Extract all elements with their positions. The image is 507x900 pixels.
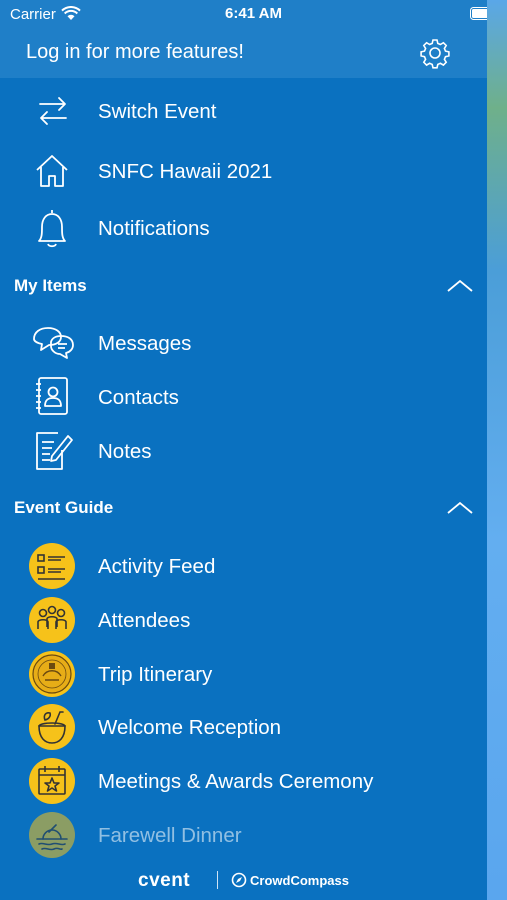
chevron-up-icon[interactable] [446, 278, 474, 294]
crowdcompass-logo: CrowdCompass [250, 873, 349, 888]
menu-item-switch-event[interactable]: Switch Event [0, 88, 487, 138]
section-title: My Items [14, 276, 87, 295]
section-header-event-guide[interactable]: Event Guide [0, 490, 487, 526]
login-prompt[interactable]: Log in for more features! [26, 41, 244, 64]
chevron-up-icon[interactable] [446, 500, 474, 516]
menu-item-activity-feed[interactable]: Activity Feed [0, 543, 487, 593]
section-header-my-items[interactable]: My Items [0, 268, 487, 304]
menu-item-notes[interactable]: Notes [0, 428, 487, 478]
battery-icon [470, 7, 487, 20]
calendar-star-icon [29, 758, 75, 804]
menu-item-label: Welcome Reception [98, 716, 282, 739]
status-bar: Carrier 6:41 AM [0, 0, 487, 28]
chat-bubbles-icon [33, 327, 74, 359]
sunset-boat-icon [29, 812, 75, 858]
background-content-edge[interactable] [487, 0, 507, 900]
menu-item-meetings-awards[interactable]: Meetings & Awards Ceremony [0, 758, 487, 808]
menu-item-welcome-reception[interactable]: Welcome Reception [0, 704, 487, 754]
menu-item-label: Messages [98, 332, 192, 355]
bell-icon [38, 210, 66, 248]
menu-item-label: Activity Feed [98, 555, 216, 578]
menu-item-label: Farewell Dinner [98, 824, 242, 847]
menu-item-notifications[interactable]: Notifications [0, 205, 487, 255]
menu-item-attendees[interactable]: Attendees [0, 597, 487, 647]
menu-item-contacts[interactable]: Contacts [0, 374, 487, 424]
cvent-logo: cvent [138, 870, 191, 891]
gear-icon[interactable] [419, 37, 451, 69]
home-icon [36, 155, 68, 187]
menu-item-trip-itinerary[interactable]: Trip Itinerary [0, 651, 487, 701]
status-time: 6:41 AM [225, 5, 282, 22]
menu-item-farewell-dinner[interactable]: Farewell Dinner [0, 812, 487, 862]
menu-item-label: Switch Event [98, 100, 217, 123]
contact-book-icon [36, 377, 68, 415]
menu-item-label: Meetings & Awards Ceremony [98, 770, 374, 793]
menu-item-label: Trip Itinerary [98, 663, 213, 686]
menu-item-messages[interactable]: Messages [0, 320, 487, 370]
hawaii-seal-icon [29, 651, 75, 697]
crowdcompass-icon [231, 872, 247, 888]
side-menu: Carrier 6:41 AM Log in for more features… [0, 0, 487, 900]
note-pencil-icon [36, 432, 73, 470]
powered-by-footer: cvent CrowdCompass [0, 866, 487, 896]
people-icon [29, 597, 75, 643]
menu-item-label: Notifications [98, 217, 210, 240]
activity-list-icon [29, 543, 75, 589]
footer-divider [217, 871, 218, 889]
coconut-drink-icon [29, 704, 75, 750]
menu-item-label: Notes [98, 440, 152, 463]
menu-item-label: Attendees [98, 609, 191, 632]
switch-arrows-icon [39, 97, 67, 125]
section-title: Event Guide [14, 498, 114, 517]
login-header: Log in for more features! [0, 28, 487, 78]
menu-item-label: SNFC Hawaii 2021 [98, 160, 273, 183]
menu-item-event-home[interactable]: SNFC Hawaii 2021 [0, 148, 487, 198]
menu-item-label: Contacts [98, 386, 179, 409]
